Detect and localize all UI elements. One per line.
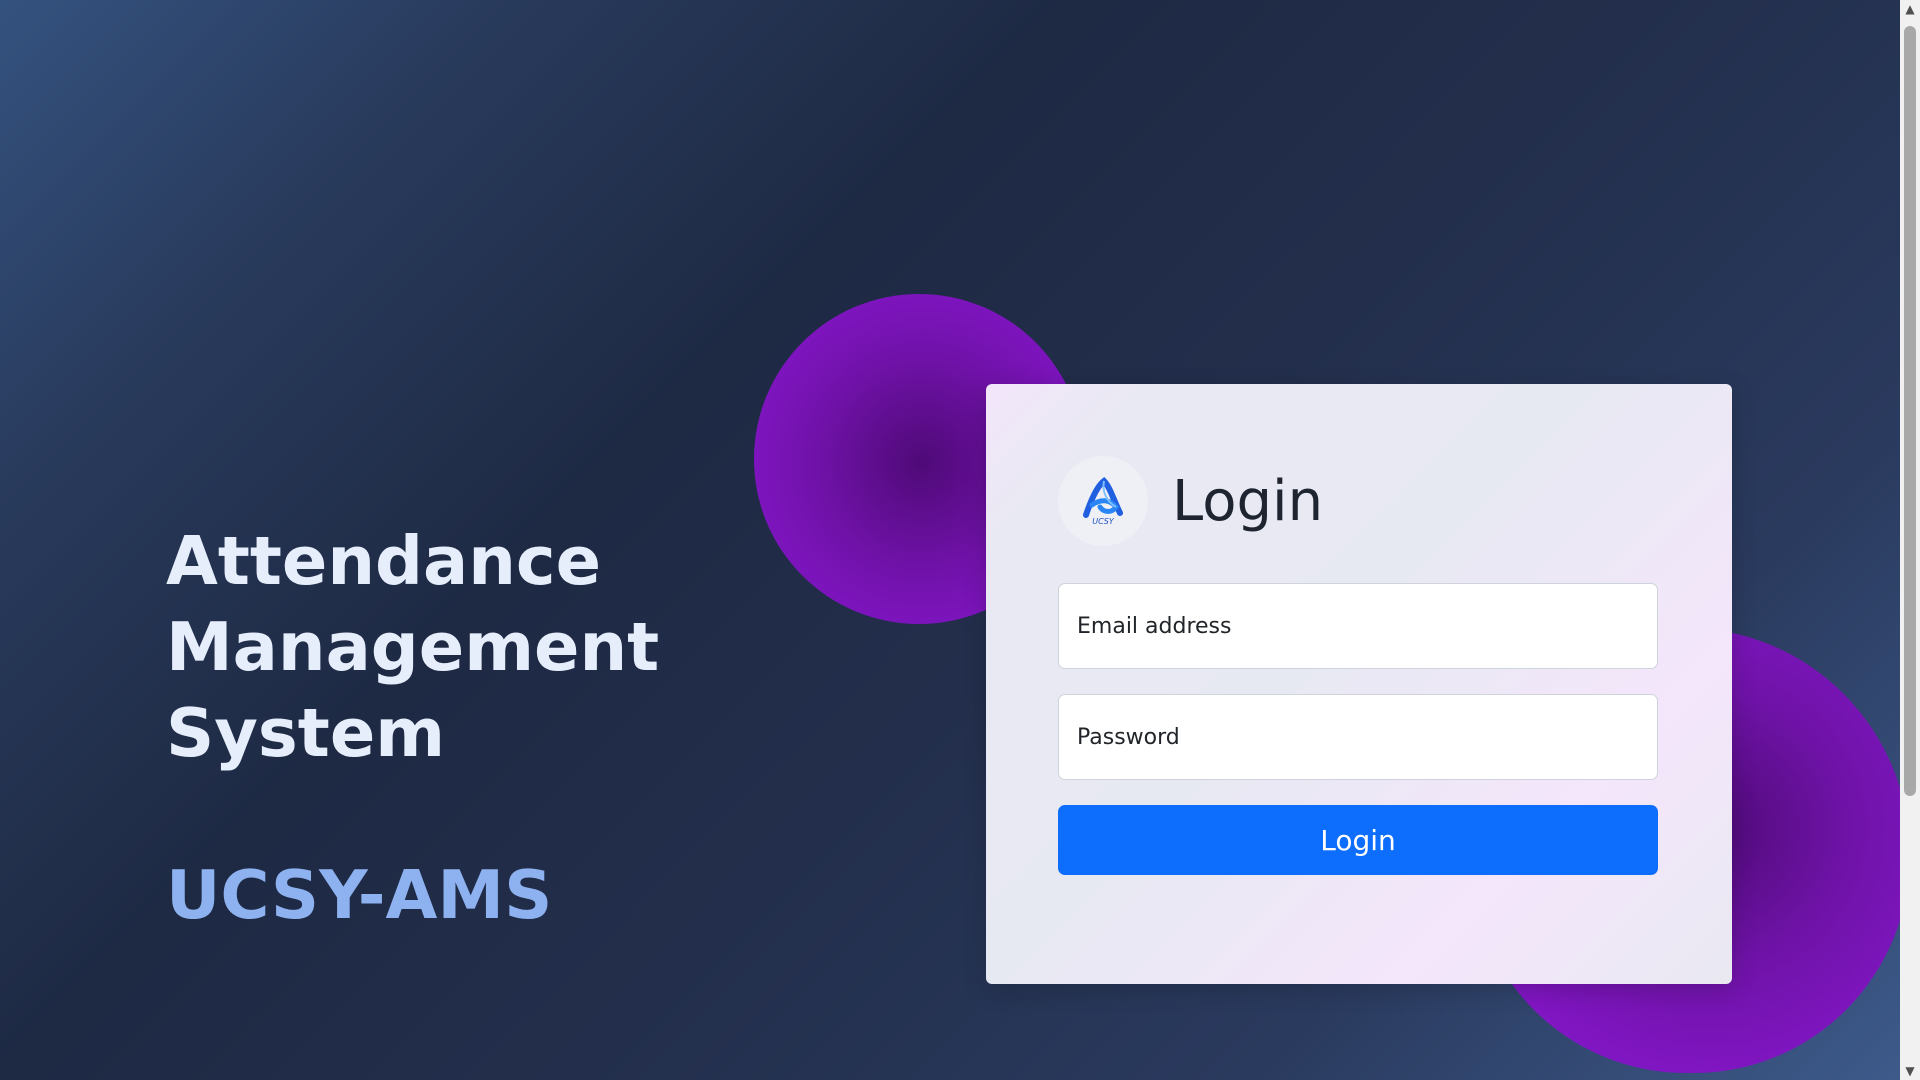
scroll-down-icon[interactable]: ▼ [1900, 1062, 1920, 1080]
scroll-up-icon[interactable]: ▲ [1900, 0, 1920, 18]
scrollbar-thumb[interactable] [1904, 26, 1916, 796]
system-title-line1: Attendance [166, 522, 602, 600]
hero-section: Attendance Management System UCSY-AMS [166, 518, 926, 934]
password-field[interactable] [1058, 694, 1658, 780]
ucsy-logo-icon: UCSY [1058, 456, 1148, 546]
login-button[interactable]: Login [1058, 805, 1658, 875]
login-title: Login [1172, 468, 1324, 534]
system-title: Attendance Management System [166, 518, 926, 776]
page-scrollbar[interactable]: ▲ ▼ [1900, 0, 1920, 1080]
login-page: Attendance Management System UCSY-AMS UC… [0, 0, 1900, 1080]
login-card-header: UCSY Login [1058, 456, 1323, 546]
login-card: UCSY Login Login [986, 384, 1732, 984]
brand-name: UCSY-AMS [166, 856, 553, 934]
system-title-line2: Management System [166, 608, 660, 772]
logo-text: UCSY [1092, 516, 1114, 526]
email-field[interactable] [1058, 583, 1658, 669]
logo-a-icon [1083, 476, 1123, 518]
